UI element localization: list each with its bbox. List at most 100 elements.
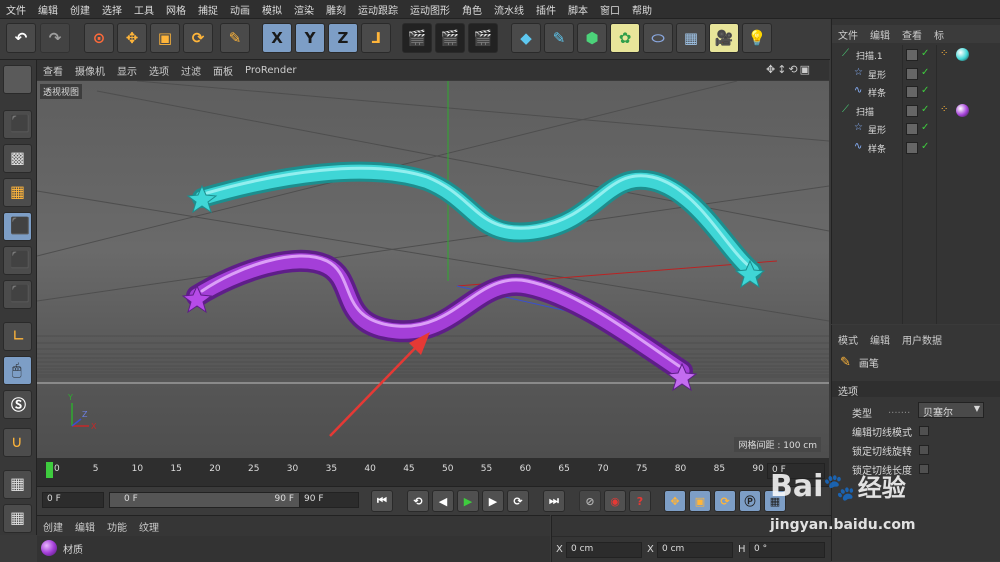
object-manager-menu-item[interactable]: 标 (928, 27, 950, 42)
menu-item[interactable]: 动画 (224, 2, 256, 17)
menu-item[interactable]: 网格 (160, 2, 192, 17)
viewport-menu-item[interactable]: ProRender (239, 65, 302, 76)
menu-item[interactable]: 渲染 (288, 2, 320, 17)
enabled-check-icon[interactable]: ✓ (921, 141, 929, 152)
go-to-start-button[interactable]: ⏮ (371, 490, 393, 512)
material-menu-item[interactable]: 创建 (37, 519, 69, 534)
menu-item[interactable]: 插件 (530, 2, 562, 17)
h-rotation-field[interactable]: 0 ° (749, 542, 825, 558)
texture-mode-button[interactable]: ▩ (3, 144, 32, 173)
light-button[interactable]: 💡 (742, 23, 772, 53)
viewport-menu-item[interactable]: 选项 (143, 63, 175, 78)
object-manager-menu-item[interactable]: 查看 (896, 27, 928, 42)
edges-mode-button[interactable]: ⬛ (3, 246, 32, 275)
viewport-menu-item[interactable]: 查看 (37, 63, 69, 78)
viewport-menu-item[interactable]: 过滤 (175, 63, 207, 78)
object-row[interactable]: ☆ 星形 ✓ (832, 121, 1000, 139)
start-frame-field[interactable]: 0 F (42, 492, 104, 508)
render-view-button[interactable]: 🎬 (402, 23, 432, 53)
render-settings-button[interactable]: 🎬 (468, 23, 498, 53)
menu-item[interactable]: 运动图形 (404, 2, 456, 17)
object-row[interactable]: ⟋ 扫描 ✓ ⁘ (832, 103, 1000, 121)
key-parameter-button[interactable]: Ⓟ (739, 490, 761, 512)
viewport-menu-item[interactable]: 摄像机 (69, 63, 111, 78)
rotate-tool-button[interactable]: ⟳ (183, 23, 213, 53)
menu-item[interactable]: 窗口 (594, 2, 626, 17)
y-axis-button[interactable]: Y (295, 23, 325, 53)
phong-tag-icon[interactable]: ⁘ (940, 48, 948, 59)
previous-frame-button[interactable]: ◀ (432, 490, 454, 512)
go-to-end-button[interactable]: ⏭ (543, 490, 565, 512)
attribute-menu-item[interactable]: 模式 (832, 332, 864, 347)
material-tag-icon[interactable] (956, 48, 969, 61)
planar-workplane-button[interactable]: ▦ (3, 504, 32, 533)
visibility-toggle[interactable] (906, 123, 918, 135)
timeline-ruler[interactable]: 0 F 0 5 10 15 20 25 30 35 40 45 50 55 60 65 70 75 80 85 90 (37, 458, 829, 486)
object-manager-menu-item[interactable]: 编辑 (864, 27, 896, 42)
redo-button[interactable]: ↷ (40, 23, 70, 53)
move-tool-button[interactable]: ✥ (117, 23, 147, 53)
visibility-toggle[interactable] (906, 141, 918, 154)
enabled-check-icon[interactable]: ✓ (921, 104, 929, 115)
snap-button[interactable]: Ⓢ (3, 390, 32, 419)
enabled-check-icon[interactable]: ✓ (921, 67, 929, 78)
menu-item[interactable]: 选择 (96, 2, 128, 17)
option-checkbox[interactable] (919, 445, 929, 455)
phong-tag-icon[interactable]: ⁘ (940, 104, 948, 115)
object-manager-menu-item[interactable]: 文件 (832, 27, 864, 42)
next-frame-button[interactable]: ▶ (482, 490, 504, 512)
menu-item[interactable]: 帮助 (626, 2, 658, 17)
menu-item[interactable]: 雕刻 (320, 2, 352, 17)
menu-item[interactable]: 模拟 (256, 2, 288, 17)
menu-item[interactable]: 角色 (456, 2, 488, 17)
keyframe-selection-button[interactable]: ? (629, 490, 651, 512)
select-tool-button[interactable]: ⊙ (84, 23, 114, 53)
x-axis-button[interactable]: X (262, 23, 292, 53)
model-mode-button[interactable]: ⬛ (3, 110, 32, 139)
frame-range-slider[interactable]: 0 F 90 F (109, 492, 309, 508)
object-row[interactable]: ⟋ 扫描.1 ✓ ⁘ (832, 47, 1000, 65)
menu-item[interactable]: 工具 (128, 2, 160, 17)
polygons-mode-button[interactable]: ⬛ (3, 280, 32, 309)
menu-item[interactable]: 脚本 (562, 2, 594, 17)
menu-item[interactable]: 流水线 (488, 2, 530, 17)
subdivision-button[interactable]: ⬢ (577, 23, 607, 53)
material-menu-item[interactable]: 纹理 (133, 519, 165, 534)
key-position-button[interactable]: ✥ (664, 490, 686, 512)
undo-button[interactable]: ↶ (6, 23, 36, 53)
object-row[interactable]: ∿ 样条 ✓ (832, 140, 1000, 158)
floor-button[interactable]: ▦ (676, 23, 706, 53)
lock-workplane-button[interactable]: ▦ (3, 470, 32, 499)
option-checkbox[interactable] (919, 426, 929, 436)
end-frame-field[interactable]: 90 F (299, 492, 359, 508)
axis-mode-button[interactable]: ∟ (3, 322, 32, 351)
material-menu-item[interactable]: 编辑 (69, 519, 101, 534)
coordinate-system-button[interactable]: ⅃ (361, 23, 391, 53)
menu-item[interactable]: 文件 (0, 2, 32, 17)
option-checkbox[interactable] (919, 464, 929, 474)
section-header[interactable]: 选项 (832, 381, 1000, 398)
next-key-button[interactable]: ⟳ (507, 490, 529, 512)
material-tag-icon[interactable] (956, 103, 969, 117)
x-size-field[interactable]: 0 cm (657, 542, 733, 558)
attribute-menu-item[interactable]: 用户数据 (896, 332, 948, 347)
magnet-button[interactable]: ∪ (3, 428, 32, 457)
camera-button[interactable]: 🎥 (709, 23, 739, 53)
object-row[interactable]: ∿ 样条 ✓ (832, 84, 1000, 102)
viewport-menu-item[interactable]: 显示 (111, 63, 143, 78)
viewport-nav-icons[interactable]: ✥↕⟲▣ (766, 63, 812, 76)
menu-item[interactable]: 运动跟踪 (352, 2, 404, 17)
object-row[interactable]: ☆ 星形 ✓ (832, 66, 1000, 84)
scale-tool-button[interactable]: ▣ (150, 23, 180, 53)
tweak-mode-button[interactable]: 🖱 (3, 356, 32, 385)
menu-item[interactable]: 编辑 (32, 2, 64, 17)
enabled-check-icon[interactable]: ✓ (921, 48, 929, 59)
material-item[interactable]: 材质 (41, 540, 83, 556)
make-editable-button[interactable] (3, 65, 32, 94)
type-dropdown[interactable]: 贝塞尔 ▼ (918, 402, 984, 419)
workplane-mode-button[interactable]: ▦ (3, 178, 32, 207)
key-rotation-button[interactable]: ⟳ (714, 490, 736, 512)
autokey-button[interactable]: ◉ (604, 490, 626, 512)
perspective-viewport[interactable]: Y X Z 透视视图 网格间距 : 100 cm (37, 81, 829, 458)
enabled-check-icon[interactable]: ✓ (921, 122, 929, 133)
